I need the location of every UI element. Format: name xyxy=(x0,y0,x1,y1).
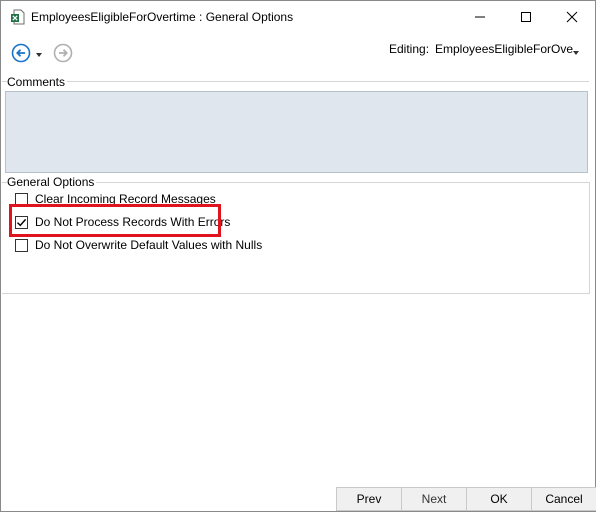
title-bar[interactable]: EmployeesEligibleForOvertime : General O… xyxy=(1,1,595,32)
arrow-right-circle-icon[interactable] xyxy=(53,43,73,63)
toolbar: Editing: EmployeesEligibleForOve xyxy=(1,32,595,72)
close-button[interactable] xyxy=(549,1,595,32)
prev-button[interactable]: Prev xyxy=(336,487,402,511)
arrow-left-circle-icon[interactable] xyxy=(11,43,31,63)
window-title: EmployeesEligibleForOvertime : General O… xyxy=(31,10,294,24)
editing-label: Editing: xyxy=(389,42,430,56)
general-options-label: General Options xyxy=(7,175,97,189)
maximize-icon xyxy=(521,11,531,22)
dialog-window: EmployeesEligibleForOvertime : General O… xyxy=(0,0,596,512)
button-bar: Prev Next OK Cancel xyxy=(1,487,596,511)
minimize-icon xyxy=(475,16,485,17)
checkbox[interactable] xyxy=(15,238,28,252)
ok-button[interactable]: OK xyxy=(466,487,532,511)
history-dropdown-icon[interactable] xyxy=(35,48,43,57)
comments-textarea[interactable] xyxy=(5,91,588,173)
close-icon xyxy=(566,11,578,22)
highlight-box xyxy=(9,204,221,237)
minimize-button[interactable] xyxy=(457,1,503,32)
option-label: Do Not Overwrite Default Values with Nul… xyxy=(35,238,263,252)
cancel-button[interactable]: Cancel xyxy=(531,487,596,511)
comments-label: Comments xyxy=(7,75,68,89)
excel-file-icon xyxy=(10,9,26,25)
editing-selector[interactable]: EmployeesEligibleForOve xyxy=(435,42,573,56)
maximize-button[interactable] xyxy=(503,1,549,32)
option-do-not-overwrite-default-values-with-nulls[interactable]: Do Not Overwrite Default Values with Nul… xyxy=(15,238,262,252)
next-button[interactable]: Next xyxy=(401,487,467,511)
chevron-down-icon[interactable] xyxy=(572,46,580,55)
